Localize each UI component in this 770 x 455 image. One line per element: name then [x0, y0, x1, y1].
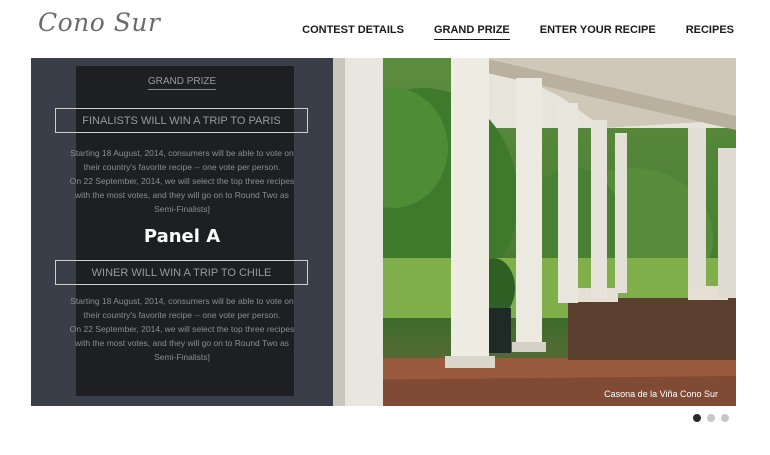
carousel-dots — [693, 414, 729, 422]
carousel-dot-2[interactable] — [707, 414, 715, 422]
hero-banner: GRAND PRIZE FINALISTS WILL WIN A TRIP TO… — [31, 58, 736, 406]
veranda-photo: Casona de la Viña Cono Sur — [333, 58, 736, 406]
photo-caption: Casona de la Viña Cono Sur — [604, 389, 718, 399]
carousel-dot-3[interactable] — [721, 414, 729, 422]
section-label-text: GRAND PRIZE — [147, 76, 217, 90]
body-paragraph: Starting 18 August, 2014, consumers will… — [70, 296, 294, 320]
box-title-chile: WINER WILL WIN A TRIP TO CHILE — [55, 260, 308, 285]
body-text-1: Starting 18 August, 2014, consumers will… — [69, 146, 295, 216]
body-paragraph: Starting 18 August, 2014, consumers will… — [70, 148, 294, 172]
main-nav: CONTEST DETAILS GRAND PRIZE ENTER YOUR R… — [272, 24, 734, 40]
carousel-dot-1[interactable] — [693, 414, 701, 422]
box-title-paris: FINALISTS WILL WIN A TRIP TO PARIS — [55, 108, 308, 133]
body-text-2: Starting 18 August, 2014, consumers will… — [69, 294, 295, 364]
veranda-illustration — [333, 58, 736, 406]
nav-recipes[interactable]: RECIPES — [686, 24, 734, 40]
panel-label: Panel A — [143, 226, 221, 247]
section-label: GRAND PRIZE — [31, 76, 333, 90]
nav-grand-prize[interactable]: GRAND PRIZE — [433, 24, 510, 40]
cono-sur-logo[interactable]: Cono Sur — [38, 8, 160, 37]
info-panel: GRAND PRIZE FINALISTS WILL WIN A TRIP TO… — [31, 58, 333, 406]
nav-contest-details[interactable]: CONTEST DETAILS — [302, 24, 404, 40]
body-paragraph: On 22 September, 2014, we will select th… — [69, 324, 295, 362]
nav-enter-your-recipe[interactable]: ENTER YOUR RECIPE — [540, 24, 656, 40]
body-paragraph: On 22 September, 2014, we will select th… — [69, 176, 295, 214]
